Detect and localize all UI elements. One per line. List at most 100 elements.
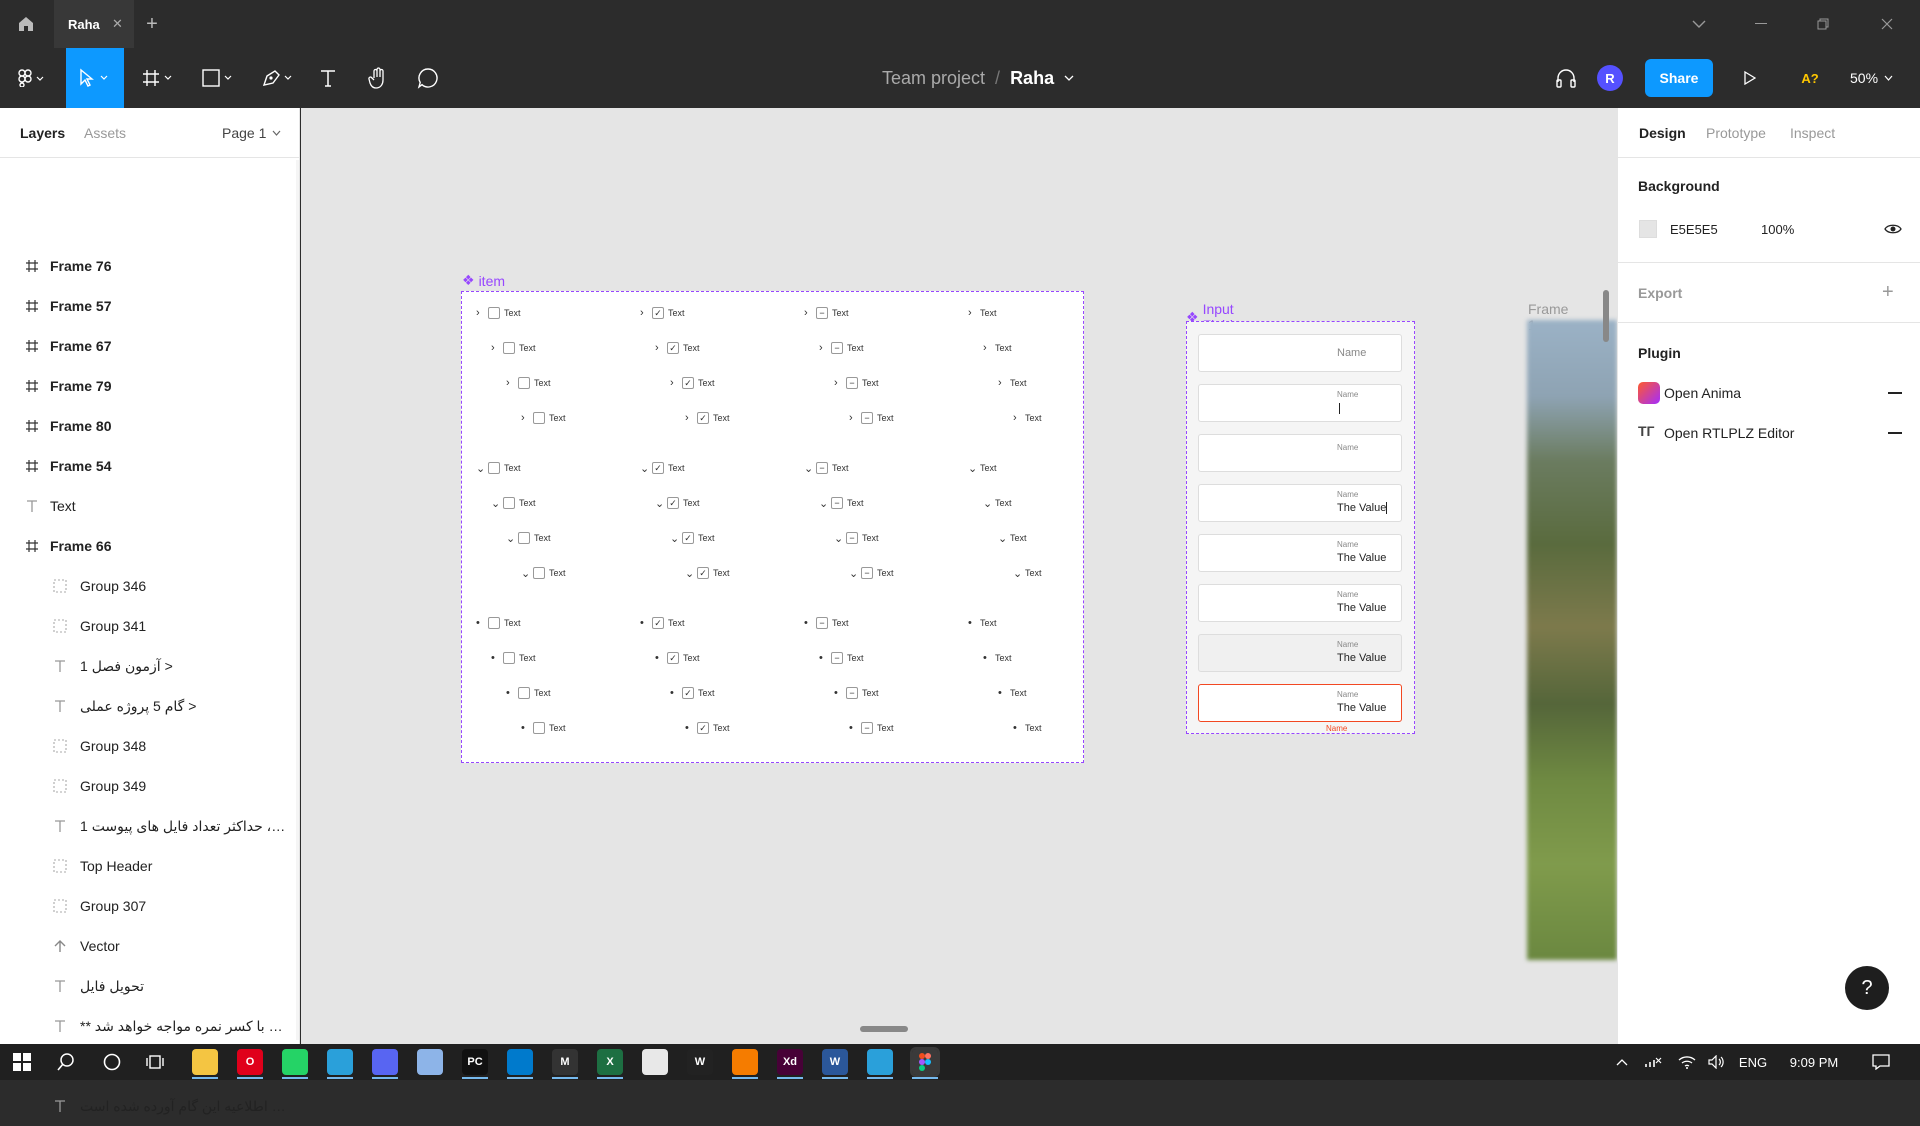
- home-icon[interactable]: [0, 0, 52, 48]
- tab-assets[interactable]: Assets: [84, 125, 126, 141]
- layer-item[interactable]: Vector: [0, 926, 300, 966]
- checkbox-checked[interactable]: ✓: [667, 497, 679, 509]
- chevron-down-icon[interactable]: ⌄: [476, 462, 485, 475]
- checkbox-checked[interactable]: ✓: [667, 342, 679, 354]
- checkbox-checked[interactable]: ✓: [697, 722, 709, 734]
- layer-item[interactable]: Frame 54: [0, 446, 300, 486]
- eye-icon[interactable]: [1884, 223, 1902, 235]
- breadcrumb-file[interactable]: Raha: [1010, 68, 1054, 89]
- start-button[interactable]: [8, 1044, 36, 1080]
- chevron-down-icon[interactable]: ⌄: [491, 497, 500, 510]
- close-icon[interactable]: ✕: [112, 16, 123, 32]
- checkbox-checked[interactable]: ✓: [697, 567, 709, 579]
- chevron-right-icon[interactable]: ›: [819, 342, 827, 354]
- discord-icon[interactable]: [372, 1049, 398, 1075]
- language-indicator[interactable]: ENG: [1736, 1044, 1770, 1080]
- restore-icon[interactable]: [1808, 0, 1838, 48]
- tree-item[interactable]: • ✓ Text: [640, 616, 685, 630]
- pdf-app-icon[interactable]: [642, 1049, 668, 1075]
- checkbox-indeterminate[interactable]: −: [861, 722, 873, 734]
- tree-item[interactable]: › − Text: [834, 376, 879, 390]
- chevron-down-icon[interactable]: ⌄: [521, 567, 530, 580]
- clock[interactable]: 9:09 PM: [1782, 1044, 1846, 1080]
- chevron-right-icon[interactable]: ›: [491, 342, 499, 354]
- tree-item[interactable]: ⌄ Text: [506, 531, 551, 545]
- word-icon[interactable]: W: [822, 1049, 848, 1075]
- item-component-frame[interactable]: [461, 291, 1084, 763]
- tree-item[interactable]: • Text: [968, 616, 997, 630]
- chevron-right-icon[interactable]: ›: [834, 377, 842, 389]
- tree-item[interactable]: ⌄ ✓ Text: [640, 461, 685, 475]
- chevron-right-icon[interactable]: ›: [685, 412, 693, 424]
- checkbox-unchecked[interactable]: [503, 652, 515, 664]
- chevron-down-icon[interactable]: [1684, 0, 1714, 48]
- bullet-icon[interactable]: •: [476, 617, 484, 629]
- tree-item[interactable]: ⌄ Text: [476, 461, 521, 475]
- task-view-icon[interactable]: [142, 1044, 170, 1080]
- chevron-right-icon[interactable]: ›: [670, 377, 678, 389]
- telegram-icon[interactable]: [327, 1049, 353, 1075]
- zoom-dropdown[interactable]: 50%: [1850, 48, 1910, 108]
- background-hex-input[interactable]: E5E5E5: [1670, 222, 1718, 237]
- checkbox-unchecked[interactable]: [488, 307, 500, 319]
- chevron-right-icon[interactable]: ›: [804, 307, 812, 319]
- checkbox-indeterminate[interactable]: −: [846, 687, 858, 699]
- tree-item[interactable]: › ✓ Text: [670, 376, 715, 390]
- mathtype-icon[interactable]: M: [552, 1049, 578, 1075]
- bullet-icon[interactable]: •: [670, 687, 678, 699]
- tree-item[interactable]: › ✓ Text: [685, 411, 730, 425]
- network-disconnected-icon[interactable]: [1642, 1044, 1664, 1080]
- adobe-xd-icon[interactable]: Xd: [777, 1049, 803, 1075]
- checkbox-indeterminate[interactable]: −: [816, 462, 828, 474]
- horizontal-scrollbar[interactable]: [860, 1026, 908, 1032]
- chevron-down-icon[interactable]: ⌄: [968, 462, 977, 475]
- chevron-down-icon[interactable]: ⌄: [819, 497, 828, 510]
- checkbox-indeterminate[interactable]: −: [831, 342, 843, 354]
- tree-item[interactable]: ⌄ Text: [521, 566, 566, 580]
- tree-item[interactable]: • − Text: [849, 721, 894, 735]
- tree-item[interactable]: › Text: [1013, 411, 1042, 425]
- tree-item[interactable]: • Text: [506, 686, 551, 700]
- checkbox-indeterminate[interactable]: −: [861, 412, 873, 424]
- chevron-down-icon[interactable]: ⌄: [804, 462, 813, 475]
- main-menu-icon[interactable]: [8, 48, 54, 108]
- checkbox-indeterminate[interactable]: −: [846, 377, 858, 389]
- present-play-icon[interactable]: [1738, 48, 1762, 108]
- tree-item[interactable]: › Text: [491, 341, 536, 355]
- layer-item[interactable]: Group 349: [0, 766, 300, 806]
- layer-item[interactable]: 1 مگابایت، حداکثر تعداد فایل های پیوست: …: [0, 806, 300, 846]
- chevron-down-icon[interactable]: ⌄: [506, 532, 515, 545]
- checkbox-unchecked[interactable]: [518, 687, 530, 699]
- checkbox-unchecked[interactable]: [518, 532, 530, 544]
- checkbox-checked[interactable]: ✓: [652, 307, 664, 319]
- tree-item[interactable]: › Text: [506, 376, 551, 390]
- remove-icon[interactable]: [1888, 392, 1902, 394]
- tree-item[interactable]: • − Text: [819, 651, 864, 665]
- tree-item[interactable]: ⌄ Text: [1013, 566, 1042, 580]
- bullet-icon[interactable]: •: [849, 722, 857, 734]
- opera-icon[interactable]: O: [237, 1049, 263, 1075]
- chevron-down-icon[interactable]: ⌄: [655, 497, 664, 510]
- item-component-label[interactable]: ❖ item: [462, 272, 505, 289]
- telegram-desktop-icon[interactable]: [867, 1049, 893, 1075]
- chevron-up-icon[interactable]: [1612, 1044, 1632, 1080]
- checkbox-indeterminate[interactable]: −: [831, 652, 843, 664]
- bullet-icon[interactable]: •: [834, 687, 842, 699]
- bullet-icon[interactable]: •: [640, 617, 648, 629]
- chevron-down-icon[interactable]: [1064, 75, 1074, 81]
- tree-item[interactable]: › ✓ Text: [655, 341, 700, 355]
- layer-item[interactable]: Frame 67: [0, 326, 300, 366]
- layer-item[interactable]: Group 341: [0, 606, 300, 646]
- audio-headphones-icon[interactable]: [1552, 48, 1580, 108]
- tree-item[interactable]: › Text: [983, 341, 1012, 355]
- input-field-error[interactable]: Name The Value: [1198, 684, 1402, 722]
- chevron-right-icon[interactable]: ›: [506, 377, 514, 389]
- tree-item[interactable]: ⌄ Text: [491, 496, 536, 510]
- layer-item[interactable]: Frame 80: [0, 406, 300, 446]
- plugin-item-rtlplz[interactable]: ТГ Open RTLPLZ Editor: [1638, 419, 1908, 447]
- tab-prototype[interactable]: Prototype: [1706, 125, 1766, 141]
- bullet-icon[interactable]: •: [998, 687, 1006, 699]
- missing-fonts-indicator[interactable]: A?: [1796, 48, 1824, 108]
- input-fields-frame[interactable]: [1186, 321, 1415, 734]
- tree-item[interactable]: • Text: [1013, 721, 1042, 735]
